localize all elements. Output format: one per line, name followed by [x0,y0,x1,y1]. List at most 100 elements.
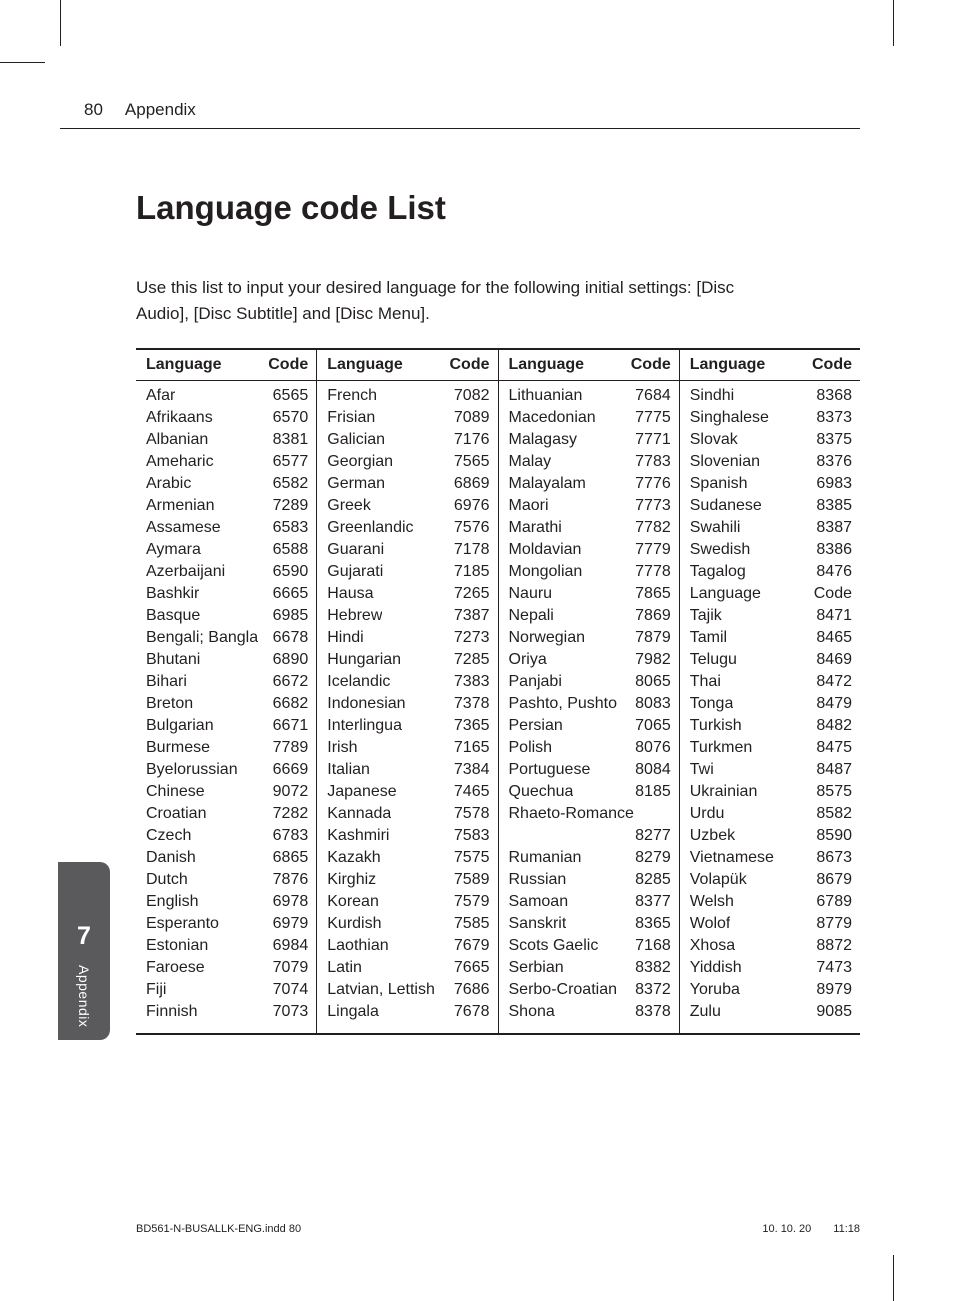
language-name: Macedonian [509,409,596,427]
table-column-2: Language Code French7082Frisian7089Galic… [316,350,497,1033]
table-row: Kashmiri7583 [317,825,497,847]
language-name: Xhosa [690,937,735,955]
language-code: 7678 [448,1003,490,1021]
language-name: Vietnamese [690,849,774,867]
footer-date: 10. 10. 20 [762,1223,811,1235]
language-code: 8387 [810,519,852,537]
table-row: Tamil8465 [680,627,860,649]
table-row: Latvian, Lettish 7686 [317,979,497,1001]
language-code: 8487 [810,761,852,779]
language-code: 7265 [448,585,490,603]
language-name: Esperanto [146,915,219,933]
language-name: Laothian [327,937,388,955]
language-code: 6590 [267,563,309,581]
table-row: Hausa7265 [317,583,497,605]
language-name: Ukrainian [690,783,758,801]
table-row: Basque6985 [136,605,316,627]
language-code: 8590 [810,827,852,845]
language-name: Fiji [146,981,166,999]
table-row: Rumanian8279 [499,847,679,869]
language-name: Hindi [327,629,363,647]
header-language: Language [690,356,766,374]
table-row: Xhosa8872 [680,935,860,957]
language-table: Language Code Afar6565Afrikaans6570Alban… [136,348,860,1035]
table-row: Polish8076 [499,737,679,759]
language-code: 7665 [448,959,490,977]
language-code: 8575 [810,783,852,801]
table-column-4: Language Code Sindhi8368Singhalese8373Sl… [679,350,860,1033]
language-name: Aymara [146,541,201,559]
header-language: Language [509,356,585,374]
table-row: Icelandic7383 [317,671,497,693]
language-code: 7865 [629,585,671,603]
language-code: 7585 [448,915,490,933]
language-code: 7982 [629,651,671,669]
table-row: Malay7783 [499,451,679,473]
language-name: Swedish [690,541,750,559]
language-name: Pashto, Pushto [509,695,618,713]
language-name: Indonesian [327,695,405,713]
language-code: 8469 [810,651,852,669]
language-code: 7679 [448,937,490,955]
table-row: Assamese6583 [136,517,316,539]
language-code: 7089 [448,409,490,427]
language-name: Scots Gaelic [509,937,599,955]
language-name: Interlingua [327,717,402,735]
language-name: Bulgarian [146,717,214,735]
table-row: Chinese9072 [136,781,316,803]
language-name: Yoruba [690,981,740,999]
language-name: Danish [146,849,196,867]
table-row: Ukrainian 8575 [680,781,860,803]
language-name: Turkish [690,717,742,735]
language-name: Rumanian [509,849,582,867]
language-code: 7686 [448,981,490,999]
table-row: Gujarati7185 [317,561,497,583]
language-name: Language [690,585,761,603]
table-row: Afrikaans6570 [136,407,316,429]
language-name: Welsh [690,893,734,911]
footer-time: 11:18 [833,1223,860,1235]
language-code: 8476 [810,563,852,581]
language-code: 7168 [629,937,671,955]
table-row: Byelorussian6669 [136,759,316,781]
header-code: Code [631,356,671,374]
language-code: 6565 [267,387,309,405]
language-name: Frisian [327,409,375,427]
language-name: Bengali; Bangla [146,629,258,647]
table-row: Bengali; Bangla6678 [136,627,316,649]
language-name: Galician [327,431,385,449]
table-row: Italian7384 [317,759,497,781]
language-name: Tagalog [690,563,746,581]
table-row: Bihari6672 [136,671,316,693]
table-row: Bhutani6890 [136,649,316,671]
table-row: Turkmen8475 [680,737,860,759]
language-code: 7473 [810,959,852,977]
footer: BD561-N-BUSALLK-ENG.indd 80 10. 10. 20 1… [136,1223,860,1235]
language-name: Lingala [327,1003,379,1021]
table-row: Armenian7289 [136,495,316,517]
table-row: Serbian8382 [499,957,679,979]
language-name: Bashkir [146,585,199,603]
rows-1: Afar6565Afrikaans6570Albanian8381Amehari… [136,381,316,1033]
header-code: Code [812,356,852,374]
language-name: Czech [146,827,191,845]
rows-2: French7082Frisian7089Galician7176Georgia… [317,381,497,1033]
language-code: 7565 [448,453,490,471]
language-name: Russian [509,871,567,889]
language-code: 7178 [448,541,490,559]
language-name: Hebrew [327,607,382,625]
language-name: Latvian, Lettish [327,981,435,999]
language-name: Tajik [690,607,722,625]
table-row: Slovak8375 [680,429,860,451]
table-row: Tonga8479 [680,693,860,715]
language-name: Greek [327,497,371,515]
column-header: Language Code [499,350,679,381]
footer-file: BD561-N-BUSALLK-ENG.indd 80 [136,1223,301,1235]
language-name: Polish [509,739,553,757]
language-code: 6984 [267,937,309,955]
language-code: 8065 [629,673,671,691]
table-row: Singhalese8373 [680,407,860,429]
language-name: Greenlandic [327,519,413,537]
table-row: Persian7065 [499,715,679,737]
table-row: Norwegian7879 [499,627,679,649]
